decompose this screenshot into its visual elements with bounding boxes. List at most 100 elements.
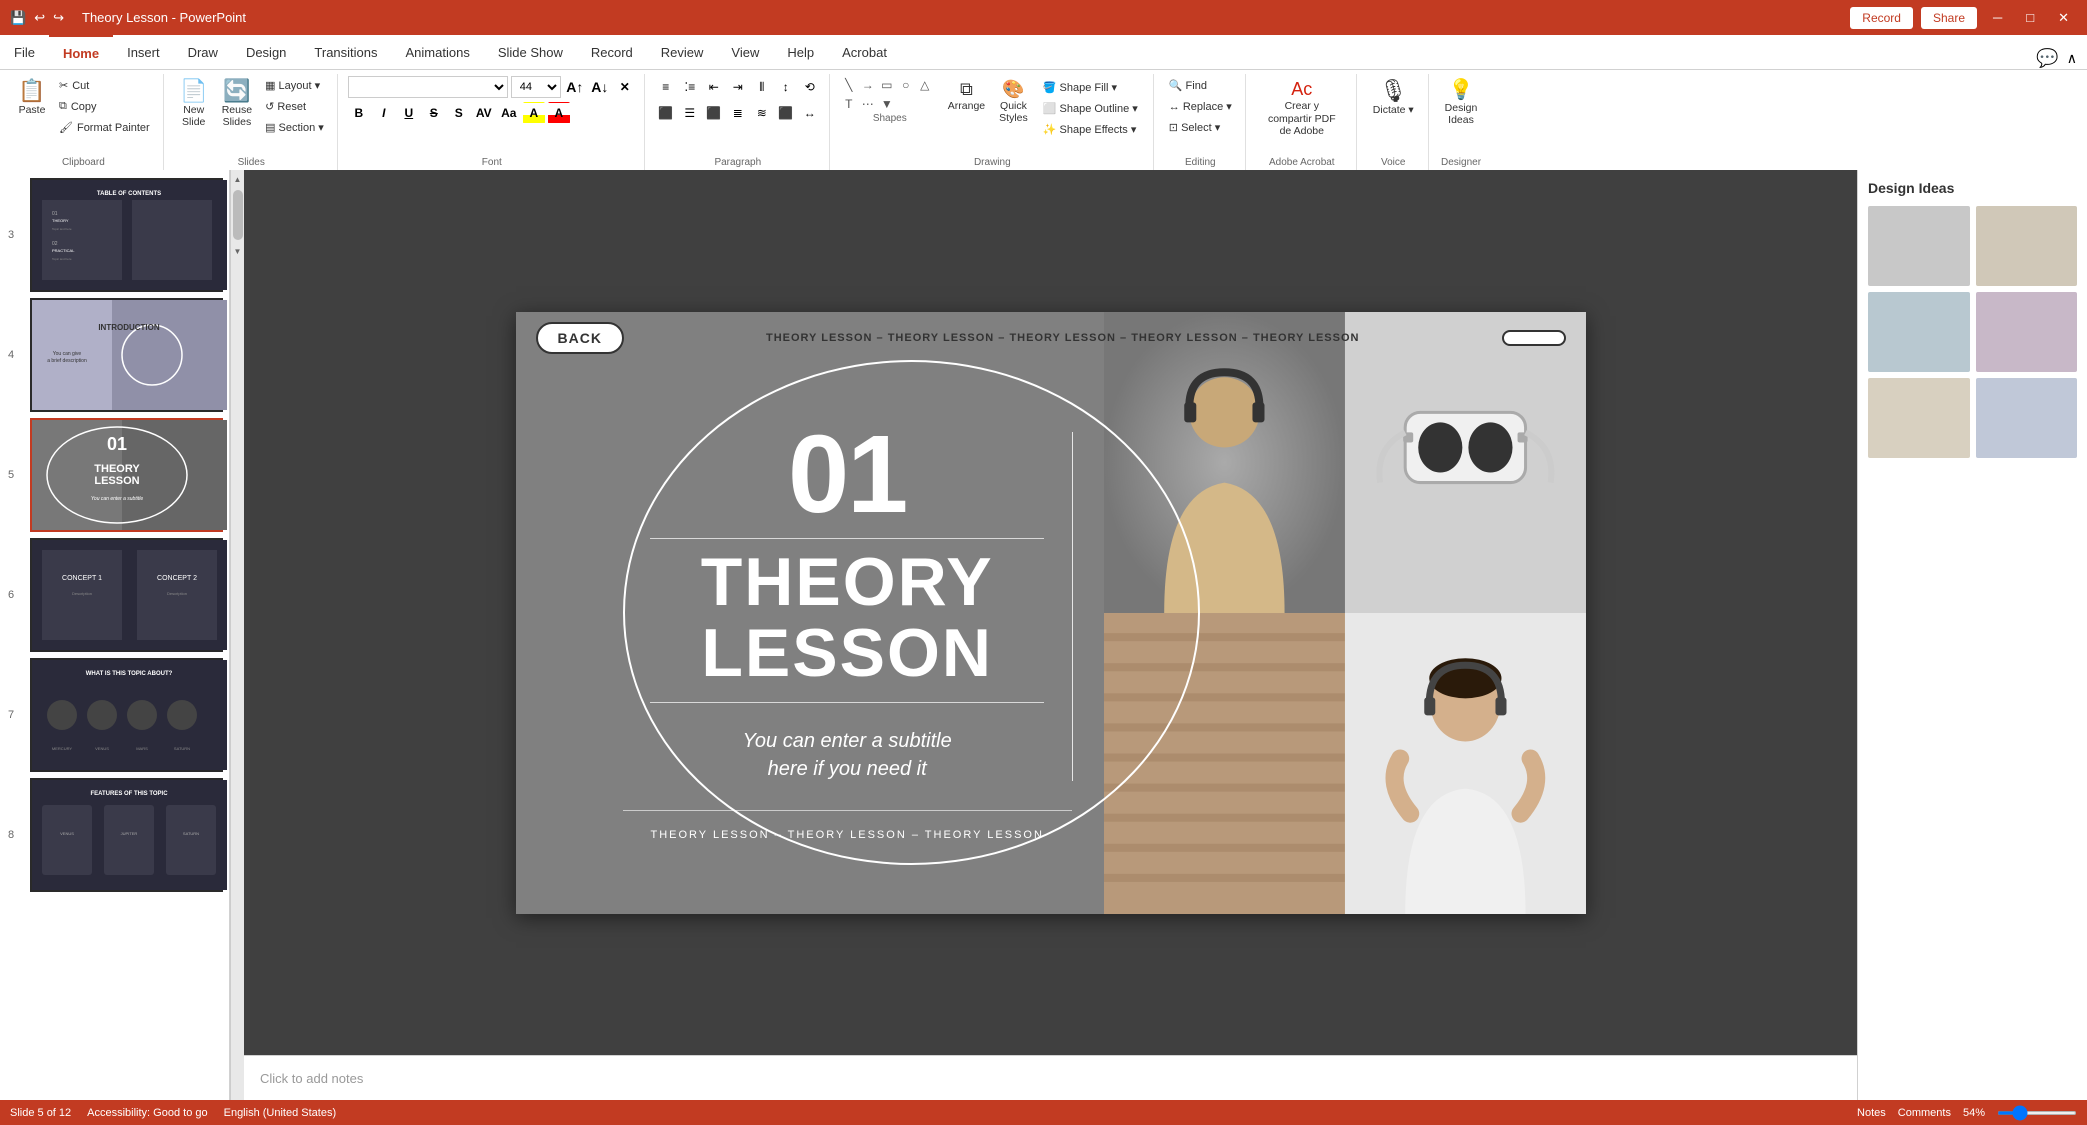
- layout-button[interactable]: ▦ Layout ▾: [260, 76, 329, 95]
- slide-thumb-4[interactable]: INTRODUCTION You can give a brief descri…: [30, 298, 223, 412]
- slide-thumb-3[interactable]: TABLE OF CONTENTS 01 THEORY Topic text h…: [30, 178, 223, 292]
- quick-access-undo[interactable]: ↩: [34, 10, 45, 26]
- font-color-button[interactable]: A: [548, 102, 570, 124]
- new-slide-button[interactable]: 📄 NewSlide: [174, 76, 214, 132]
- align-center-button[interactable]: ☰: [679, 102, 701, 124]
- shape-triangle[interactable]: △: [916, 76, 934, 94]
- dictate-button[interactable]: 🎙 Dictate ▾: [1367, 76, 1420, 120]
- zoom-slider[interactable]: [1997, 1111, 2077, 1115]
- slide-canvas[interactable]: BACK THEORY LESSON – THEORY LESSON – THE…: [516, 312, 1586, 914]
- shape-outline-button[interactable]: ⬜ Shape Outline ▾: [1038, 99, 1143, 118]
- shapes-label[interactable]: Shapes: [873, 113, 907, 124]
- tab-review[interactable]: Review: [647, 35, 718, 69]
- tab-draw[interactable]: Draw: [174, 35, 232, 69]
- tab-design[interactable]: Design: [232, 35, 300, 69]
- bold-button[interactable]: B: [348, 102, 370, 124]
- shape-oval[interactable]: ○: [897, 76, 915, 94]
- paste-button[interactable]: 📋 Paste: [12, 76, 52, 120]
- columns-button[interactable]: ⫴: [751, 76, 773, 98]
- scroll-up-button[interactable]: ▲: [231, 172, 245, 186]
- increase-indent-button[interactable]: ⇥: [727, 76, 749, 98]
- text-shadow-button[interactable]: S: [448, 102, 470, 124]
- quick-access-redo[interactable]: ↪: [53, 10, 64, 26]
- design-idea-6[interactable]: [1976, 378, 2078, 458]
- window-minimize[interactable]: ─: [1985, 8, 2010, 27]
- design-idea-3[interactable]: [1868, 292, 1970, 372]
- notes-toggle[interactable]: Notes: [1857, 1107, 1886, 1119]
- shape-fill-button[interactable]: 🪣 Shape Fill ▾: [1038, 78, 1143, 97]
- back-button[interactable]: BACK: [536, 322, 624, 354]
- tab-animations[interactable]: Animations: [392, 35, 484, 69]
- share-button[interactable]: Share: [1921, 7, 1977, 29]
- find-button[interactable]: 🔍 Find: [1164, 76, 1212, 95]
- decrease-indent-button[interactable]: ⇤: [703, 76, 725, 98]
- strikethrough-button[interactable]: S: [423, 102, 445, 124]
- copy-button[interactable]: ⧉ Copy: [54, 97, 155, 116]
- scroll-down-button[interactable]: ▼: [231, 244, 245, 258]
- slide-thumb-6[interactable]: CONCEPT 1 CONCEPT 2 Description Descript…: [30, 538, 223, 652]
- justify-button[interactable]: ≣: [727, 102, 749, 124]
- slide-thumb-8[interactable]: FEATURES OF THIS TOPIC VENUS JUPITER SAT…: [30, 778, 223, 892]
- scroll-thumb[interactable]: [233, 190, 243, 240]
- format-painter-button[interactable]: 🖌 Format Painter: [54, 118, 155, 137]
- decrease-font-button[interactable]: A↓: [589, 76, 611, 98]
- shape-effects-button[interactable]: ✨ Shape Effects ▾: [1038, 120, 1143, 139]
- underline-button[interactable]: U: [398, 102, 420, 124]
- text-align-vert-button[interactable]: ↔: [799, 102, 821, 124]
- tab-transitions[interactable]: Transitions: [300, 35, 391, 69]
- reset-button[interactable]: ↺ Reset: [260, 97, 329, 116]
- design-idea-5[interactable]: [1868, 378, 1970, 458]
- window-maximize[interactable]: □: [2018, 8, 2042, 27]
- slide-canvas-area[interactable]: BACK THEORY LESSON – THEORY LESSON – THE…: [244, 170, 1857, 1055]
- reuse-slides-button[interactable]: 🔄 ReuseSlides: [216, 76, 258, 132]
- cut-button[interactable]: ✂ Cut: [54, 76, 155, 95]
- shape-rect[interactable]: ▭: [878, 76, 896, 94]
- align-right-button[interactable]: ⬛: [703, 102, 725, 124]
- tab-acrobat[interactable]: Acrobat: [828, 35, 901, 69]
- text-direction-button[interactable]: ⟲: [799, 76, 821, 98]
- quick-styles-button[interactable]: 🎨 QuickStyles: [993, 76, 1034, 128]
- italic-button[interactable]: I: [373, 102, 395, 124]
- comments-toggle[interactable]: Comments: [1898, 1107, 1951, 1119]
- increase-font-button[interactable]: A↑: [564, 76, 586, 98]
- align-distribute-button[interactable]: ≋: [751, 102, 773, 124]
- shape-down[interactable]: ▼: [878, 95, 896, 113]
- tab-home[interactable]: Home: [49, 35, 113, 69]
- align-extra-button[interactable]: ⬛: [775, 102, 797, 124]
- window-close[interactable]: ✕: [2050, 8, 2077, 28]
- tab-help[interactable]: Help: [773, 35, 828, 69]
- shape-text[interactable]: T: [840, 95, 858, 113]
- shape-arrow[interactable]: →: [859, 76, 877, 94]
- comments-icon[interactable]: 💬: [2036, 48, 2058, 69]
- align-left-button[interactable]: ⬛: [655, 102, 677, 124]
- slide-thumb-5[interactable]: 01 THEORY LESSON You can enter a subtitl…: [30, 418, 223, 532]
- design-idea-1[interactable]: [1868, 206, 1970, 286]
- ribbon-collapse[interactable]: ∧: [2067, 50, 2077, 67]
- numbering-button[interactable]: ⁚≡: [679, 76, 701, 98]
- character-spacing-button[interactable]: AV: [473, 102, 495, 124]
- quick-access-save[interactable]: 💾: [10, 10, 26, 26]
- record-button[interactable]: Record: [1850, 7, 1913, 29]
- shape-line[interactable]: ╲: [840, 76, 858, 94]
- design-idea-4[interactable]: [1976, 292, 2078, 372]
- select-button[interactable]: ⊡ Select ▾: [1164, 118, 1225, 137]
- font-family-select[interactable]: [348, 76, 508, 98]
- design-idea-2[interactable]: [1976, 206, 2078, 286]
- design-ideas-button[interactable]: 💡 DesignIdeas: [1439, 76, 1484, 130]
- notes-placeholder[interactable]: Click to add notes: [260, 1071, 363, 1086]
- adobe-create-button[interactable]: Ac Crear y compartir PDF de Adobe: [1256, 76, 1348, 142]
- slide-thumb-7[interactable]: WHAT IS THIS TOPIC ABOUT? MERCURY VENUS …: [30, 658, 223, 772]
- bullets-button[interactable]: ≡: [655, 76, 677, 98]
- shape-more[interactable]: ⋯: [859, 95, 877, 113]
- line-spacing-button[interactable]: ↕: [775, 76, 797, 98]
- tab-record[interactable]: Record: [577, 35, 647, 69]
- section-button[interactable]: ▤ Section ▾: [260, 118, 329, 137]
- highlight-color-button[interactable]: A: [523, 102, 545, 124]
- tab-insert[interactable]: Insert: [113, 35, 174, 69]
- tab-slideshow[interactable]: Slide Show: [484, 35, 577, 69]
- change-case-button[interactable]: Aa: [498, 102, 520, 124]
- clear-format-button[interactable]: ✕: [614, 76, 636, 98]
- replace-button[interactable]: ↔ Replace ▾: [1164, 97, 1237, 116]
- slide-scrollbar[interactable]: ▲ ▼: [230, 170, 244, 1100]
- tab-file[interactable]: File: [0, 35, 49, 69]
